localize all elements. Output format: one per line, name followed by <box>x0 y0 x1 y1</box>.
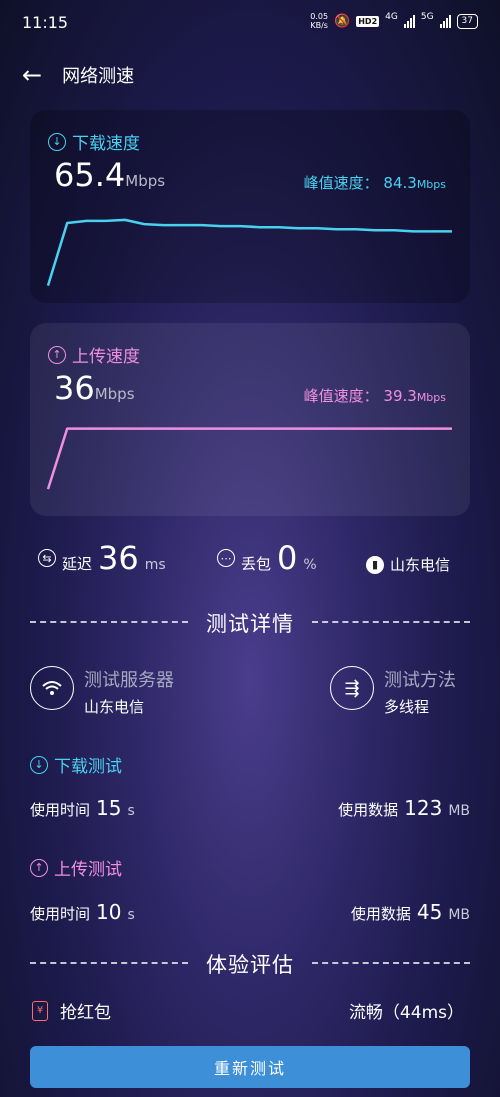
upload-peak: 峰值速度： 39.3Mbps <box>304 385 446 406</box>
upload-peak-value: 39.3 <box>383 387 417 405</box>
download-peak-unit: Mbps <box>416 178 446 191</box>
download-time-unit: s <box>127 803 135 819</box>
stats-row: ⇆ 延迟 36 ms ⋯ 丢包 0 % ▮ 山东电信 <box>0 540 500 580</box>
download-speed-unit: Mbps <box>125 172 166 190</box>
status-icons: 0.05 KB/s 🔕 HD2 4G 5G 37 <box>310 12 478 30</box>
arrow-left-icon[interactable]: ← <box>22 60 42 90</box>
battery-icon: 37 <box>456 13 478 29</box>
latency-icon: ⇆ <box>38 549 56 567</box>
upload-time-label: 使用时间 <box>30 905 91 923</box>
download-speed-value: 65.4Mbps <box>54 156 165 194</box>
upload-speed-value: 36Mbps <box>54 369 135 407</box>
net-speed: 0.05 KB/s <box>310 12 328 30</box>
upload-speed-chart <box>46 427 452 490</box>
status-bar: 11:15 0.05 KB/s 🔕 HD2 4G 5G 37 <box>0 0 500 46</box>
multithread-icon: ⇶ <box>330 666 374 710</box>
upload-label-text: 上传速度 <box>72 347 140 367</box>
download-data-unit: MB <box>448 803 470 819</box>
download-peak-value: 84.3 <box>383 174 417 192</box>
status-time: 11:15 <box>22 13 69 32</box>
method-value: 多线程 <box>384 698 430 716</box>
download-data-value: 123 <box>404 796 443 820</box>
app-header: ← 网络测速 <box>22 60 134 90</box>
upload-data-label: 使用数据 <box>350 905 411 923</box>
packet-loss-value: 0 <box>277 539 298 577</box>
packet-loss-stat: ⋯ 丢包 0 % <box>217 540 317 576</box>
latency-stat: ⇆ 延迟 36 ms <box>38 540 166 576</box>
net-speed-value: 0.05 <box>310 12 329 21</box>
packet-loss-icon: ⋯ <box>217 549 235 567</box>
upload-test-label: 上传测试 <box>54 860 122 880</box>
upload-test-title: ↑ 上传测试 <box>30 855 122 880</box>
latency-label: 延迟 <box>62 555 93 573</box>
divider-right <box>312 962 470 964</box>
download-peak-label: 峰值速度： <box>303 174 379 192</box>
packet-loss-label: 丢包 <box>241 555 272 573</box>
experience-item-result: 流畅（44ms） <box>348 1003 464 1023</box>
upload-speed-number: 36 <box>54 369 95 407</box>
upload-time-unit: s <box>127 907 135 923</box>
download-speed-line <box>46 218 452 286</box>
download-peak: 峰值速度： 84.3Mbps <box>304 172 446 193</box>
upload-label: ↑ 上传速度 <box>48 342 140 367</box>
upload-speed-unit: Mbps <box>94 385 135 403</box>
signal-bars-icon <box>403 14 415 28</box>
upload-data-value: 45 <box>416 900 443 924</box>
download-time-label: 使用时间 <box>30 801 91 819</box>
experience-item: ¥ 抢红包 流畅（44ms） <box>30 998 470 1026</box>
packet-loss-unit: % <box>303 557 317 573</box>
network-type-2: 5G <box>420 12 434 22</box>
upload-arrow-icon: ↑ <box>30 858 48 877</box>
test-method: ⇶ 测试方法 多线程 <box>330 666 456 717</box>
server-value: 山东电信 <box>84 698 145 716</box>
signal-bars-icon <box>439 14 451 28</box>
download-speed-card: ↓ 下载速度 65.4Mbps 峰值速度： 84.3Mbps <box>30 110 470 303</box>
download-test-row: 使用时间 15 s 使用数据 123 MB <box>30 790 470 820</box>
mute-bell-icon: 🔕 <box>334 13 351 29</box>
experience-item-label: 抢红包 <box>60 1003 111 1023</box>
hd-badge: HD2 <box>356 15 380 27</box>
upload-peak-label: 峰值速度： <box>303 387 379 405</box>
upload-data-unit: MB <box>448 907 470 923</box>
test-details-title: 测试详情 <box>206 612 294 636</box>
download-label-text: 下载速度 <box>72 134 140 154</box>
download-label: ↓ 下载速度 <box>48 129 140 154</box>
wifi-icon <box>30 666 74 710</box>
download-speed-chart <box>46 218 452 286</box>
isp-signal-icon: ▮ <box>366 555 384 574</box>
isp-name: 山东电信 <box>390 556 451 574</box>
red-packet-icon: ¥ <box>32 1000 48 1021</box>
download-test-title: ↓ 下载测试 <box>30 752 122 777</box>
network-type-1: 4G <box>385 12 398 22</box>
download-speed-number: 65.4 <box>54 156 126 194</box>
download-data-label: 使用数据 <box>338 801 399 819</box>
page-title: 网络测速 <box>62 66 135 87</box>
upload-speed-card: ↑ 上传速度 36Mbps 峰值速度： 39.3Mbps <box>30 323 470 516</box>
isp-stat: ▮ 山东电信 <box>366 554 450 575</box>
divider-right <box>312 621 470 623</box>
upload-time-value: 10 <box>96 900 122 924</box>
method-title: 测试方法 <box>384 670 456 691</box>
download-test-label: 下载测试 <box>54 757 122 777</box>
download-arrow-icon: ↓ <box>48 132 66 151</box>
download-arrow-icon: ↓ <box>30 755 48 774</box>
server-title: 测试服务器 <box>84 670 174 691</box>
latency-value: 36 <box>98 539 139 577</box>
upload-speed-line <box>46 427 452 490</box>
upload-test-row: 使用时间 10 s 使用数据 45 MB <box>30 894 470 924</box>
net-speed-unit: KB/s <box>310 21 328 30</box>
retest-button[interactable]: 重新测试 <box>30 1046 470 1088</box>
test-server: 测试服务器 山东电信 <box>30 666 174 717</box>
upload-peak-unit: Mbps <box>416 391 446 404</box>
latency-unit: ms <box>144 557 166 573</box>
upload-arrow-icon: ↑ <box>48 345 66 364</box>
experience-title: 体验评估 <box>206 953 294 977</box>
download-time-value: 15 <box>96 796 122 820</box>
